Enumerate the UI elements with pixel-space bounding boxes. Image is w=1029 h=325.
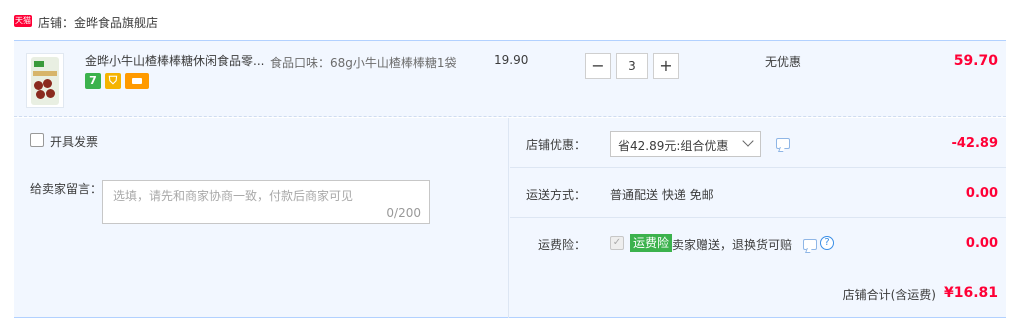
comment-icon[interactable] [803, 239, 817, 250]
shop-promo-label: 店铺优惠： [525, 138, 586, 152]
seven-day-return-icon[interactable]: 7 [85, 73, 101, 89]
seller-message-placeholder: 选填，请先和商家协商一致，付款后商家可见 [113, 189, 354, 203]
tmall-badge: 天猫 [14, 15, 32, 27]
quantity-decrease-button[interactable]: − [585, 53, 611, 79]
insurance-description: 卖家赠送，退换货可赔 [672, 238, 793, 252]
guarantee-shield-icon[interactable]: ⛉ [105, 73, 121, 89]
shop-total-amount: ¥16.81 [943, 285, 998, 301]
cart-item-row: 金晔小牛山楂棒棒糖休闲食品零... 7 ⛉ 食品口味：68g小牛山楂棒棒糖1袋 … [14, 40, 1006, 117]
credit-card-icon[interactable] [125, 73, 149, 89]
quantity-input[interactable]: 3 [616, 53, 648, 79]
seller-message-char-count: 0/200 [386, 206, 421, 220]
shop-promo-amount: -42.89 [951, 136, 998, 151]
shop-promo-selected: 省42.89元:组合优惠 [618, 139, 729, 153]
help-icon[interactable]: ? [820, 236, 834, 250]
shop-total-label: 店铺合计(含运费) [842, 288, 936, 302]
shop-promo-row: 店铺优惠： 省42.89元:组合优惠 -42.89 [510, 118, 1006, 168]
seller-message-textarea[interactable]: 选填，请先和商家协商一致，付款后商家可见 0/200 [102, 180, 430, 224]
quantity-stepper: − 3 + [585, 53, 681, 79]
shipping-row: 运送方式： 普通配送 快递 免邮 0.00 [510, 168, 1006, 218]
insurance-amount: 0.00 [965, 236, 998, 251]
insurance-tag: 运费险 [630, 234, 673, 252]
unit-price: 19.90 [494, 53, 529, 67]
invoice-label[interactable]: 开具发票 [50, 133, 98, 150]
shop-name-link[interactable]: 店铺：金晔食品旗舰店 [38, 14, 158, 31]
order-costs: 店铺优惠： 省42.89元:组合优惠 -42.89 运送方式： 普通配送 快递 … [510, 118, 1006, 318]
shipping-amount: 0.00 [965, 186, 998, 201]
insurance-row: 运费险： ✓ 运费险 卖家赠送，退换货可赔 ? 0.00 [510, 218, 1006, 268]
shop-total-row: 店铺合计(含运费) ¥16.81 [510, 268, 1006, 318]
product-thumbnail[interactable] [26, 53, 64, 108]
sku-info: 食品口味：68g小牛山楂棒棒糖1袋 [270, 56, 457, 70]
chevron-down-icon [742, 135, 754, 147]
product-title-link[interactable]: 金晔小牛山楂棒棒糖休闲食品零... [85, 53, 265, 69]
item-total-price: 59.70 [953, 53, 998, 69]
seller-message-label: 给卖家留言： [30, 182, 103, 196]
insurance-checkbox: ✓ [610, 236, 624, 250]
shipping-label: 运送方式： [525, 188, 586, 202]
shop-header: 天猫 店铺：金晔食品旗舰店 [0, 0, 1029, 40]
order-summary: 开具发票 给卖家留言： 选填，请先和商家协商一致，付款后商家可见 0/200 店… [14, 118, 1006, 318]
item-discount: 无优惠 [765, 55, 802, 69]
product-image [31, 57, 59, 105]
shop-promo-select[interactable]: 省42.89元:组合优惠 [610, 131, 761, 157]
invoice-checkbox[interactable] [30, 133, 44, 147]
shipping-method: 普通配送 快递 免邮 [610, 188, 714, 202]
insurance-label: 运费险： [537, 238, 586, 252]
buyer-options: 开具发票 给卖家留言： 选填，请先和商家协商一致，付款后商家可见 0/200 [14, 118, 509, 318]
quantity-increase-button[interactable]: + [653, 53, 679, 79]
comment-icon[interactable] [776, 138, 790, 149]
